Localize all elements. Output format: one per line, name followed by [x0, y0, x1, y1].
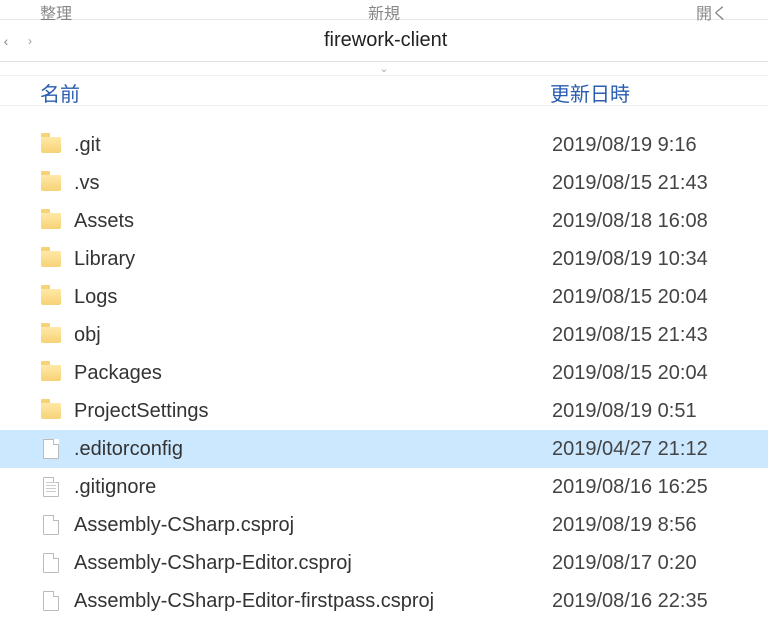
file-row[interactable]: .gitignore2019/08/16 16:25 — [0, 468, 768, 506]
file-name: obj — [74, 324, 552, 347]
file-date: 2019/08/19 0:51 — [552, 400, 768, 423]
file-icon — [40, 438, 62, 460]
breadcrumb-current[interactable]: firework-client — [310, 25, 457, 56]
ribbon-group-organize[interactable]: 整理 — [40, 0, 72, 19]
file-date: 2019/08/15 21:43 — [552, 324, 768, 347]
file-name: .editorconfig — [74, 438, 552, 461]
folder-icon — [40, 400, 62, 422]
file-date: 2019/04/27 21:12 — [552, 438, 768, 461]
file-name: ProjectSettings — [74, 400, 552, 423]
file-date: 2019/08/19 10:34 — [552, 248, 768, 271]
file-icon — [40, 590, 62, 612]
breadcrumb-back-icon: ‹ — [2, 33, 10, 49]
file-icon — [40, 552, 62, 574]
ribbon-bar: 整理 新規 開く — [0, 0, 768, 20]
folder-icon — [40, 210, 62, 232]
file-name: Assembly-CSharp-Editor-firstpass.csproj — [74, 590, 552, 613]
file-name: .git — [74, 134, 552, 157]
file-row[interactable]: .vs2019/08/15 21:43 — [0, 164, 768, 202]
file-row[interactable]: obj2019/08/15 21:43 — [0, 316, 768, 354]
subheader: ⌄ — [0, 62, 768, 76]
breadcrumb-current-label: firework-client — [324, 29, 447, 52]
file-row[interactable]: Packages2019/08/15 20:04 — [0, 354, 768, 392]
chevron-down-icon[interactable]: ⌄ — [379, 62, 388, 75]
folder-icon — [40, 286, 62, 308]
folder-icon — [40, 248, 62, 270]
column-headers: 名前 更新日時 — [0, 76, 768, 106]
file-name: Logs — [74, 286, 552, 309]
file-date: 2019/08/16 16:25 — [552, 476, 768, 499]
folder-icon — [40, 134, 62, 156]
file-row[interactable]: Library2019/08/19 10:34 — [0, 240, 768, 278]
file-row[interactable]: .git2019/08/19 9:16 — [0, 126, 768, 164]
file-name: .gitignore — [74, 476, 552, 499]
file-row[interactable]: .editorconfig2019/04/27 21:12 — [0, 430, 768, 468]
folder-icon — [40, 172, 62, 194]
file-name: Assembly-CSharp-Editor.csproj — [74, 552, 552, 575]
file-date: 2019/08/19 9:16 — [552, 134, 768, 157]
ribbon-group-open[interactable]: 開く — [696, 0, 728, 19]
file-name: Library — [74, 248, 552, 271]
breadcrumb[interactable]: ‹ › firework-client — [0, 20, 768, 62]
file-row[interactable]: ProjectSettings2019/08/19 0:51 — [0, 392, 768, 430]
file-name: Packages — [74, 362, 552, 385]
file-name: .vs — [74, 172, 552, 195]
file-row[interactable]: Assembly-CSharp-Editor.csproj2019/08/17 … — [0, 544, 768, 582]
file-name: Assets — [74, 210, 552, 233]
file-list: .git2019/08/19 9:16.vs2019/08/15 21:43As… — [0, 126, 768, 620]
folder-icon — [40, 324, 62, 346]
column-header-date[interactable]: 更新日時 — [550, 78, 768, 107]
column-header-name[interactable]: 名前 — [40, 78, 550, 107]
file-icon — [40, 514, 62, 536]
file-name: Assembly-CSharp.csproj — [74, 514, 552, 537]
file-row[interactable]: Assembly-CSharp-Editor-firstpass.csproj2… — [0, 582, 768, 620]
file-date: 2019/08/15 20:04 — [552, 362, 768, 385]
file-row[interactable]: Logs2019/08/15 20:04 — [0, 278, 768, 316]
file-date: 2019/08/15 21:43 — [552, 172, 768, 195]
file-date: 2019/08/15 20:04 — [552, 286, 768, 309]
file-date: 2019/08/18 16:08 — [552, 210, 768, 233]
file-date: 2019/08/16 22:35 — [552, 590, 768, 613]
ribbon-group-new[interactable]: 新規 — [368, 0, 400, 19]
file-icon — [40, 476, 62, 498]
breadcrumb-parent[interactable]: › — [10, 30, 310, 52]
file-date: 2019/08/19 8:56 — [552, 514, 768, 537]
file-row[interactable]: Assets2019/08/18 16:08 — [0, 202, 768, 240]
chevron-right-icon: › — [28, 34, 32, 48]
file-date: 2019/08/17 0:20 — [552, 552, 768, 575]
file-row[interactable]: Assembly-CSharp.csproj2019/08/19 8:56 — [0, 506, 768, 544]
folder-icon — [40, 362, 62, 384]
